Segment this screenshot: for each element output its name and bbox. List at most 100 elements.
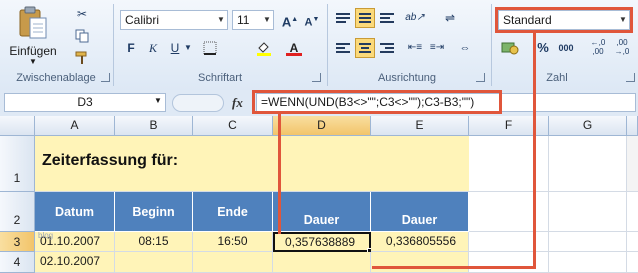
font-dialog-launcher[interactable] [312,73,321,82]
italic-button[interactable]: K [143,38,163,58]
font-size-value: 11 [237,13,250,27]
header-dauer-mit-mittag[interactable]: Dauer (mit Mittag) [273,192,371,232]
percent-button[interactable]: % [533,38,553,58]
cell-b4[interactable] [115,252,193,273]
cell-h2[interactable] [627,192,638,232]
header-dauer-ohne-mittag-label: Dauer ohne Mittag) [382,213,456,231]
column-header-c[interactable]: C [193,116,273,136]
cell-g4[interactable] [549,252,627,273]
cell-h1[interactable] [627,136,638,192]
title-cell[interactable]: Zeiterfassung für: [35,136,469,192]
align-top-icon[interactable] [333,8,353,28]
wrap-text-icon[interactable]: ⇌ [440,8,460,28]
row-header-1[interactable]: 1 [0,136,35,192]
end-time-value: 16:50 [217,234,248,248]
number-format-highlight [495,7,633,33]
number-dialog-launcher[interactable] [626,73,635,82]
cell-f2[interactable] [469,192,549,232]
decrease-decimal-icon[interactable]: ,00 →,0 [612,38,632,58]
cell-g1[interactable] [549,136,627,192]
row-header-2[interactable]: 2 [0,192,35,232]
header-dauer-mit-mittag-label: Dauer (mit Mittag) [288,213,355,231]
watermark-text: blog [38,232,54,240]
header-dauer-ohne-mittag[interactable]: Dauer ohne Mittag) [371,192,469,232]
clipboard-dialog-launcher[interactable] [101,73,110,82]
cell-d4[interactable] [273,252,371,273]
paste-label: Einfügen [9,44,57,58]
column-header-f[interactable]: F [469,116,549,136]
column-header-g[interactable]: G [549,116,627,136]
increase-decimal-icon[interactable]: ←,0,00 [588,38,608,58]
name-box[interactable]: D3 [4,93,166,112]
underline-dropdown[interactable]: ▼ [183,38,193,58]
cell-a3[interactable]: 01.10.2007 blog [35,232,115,252]
cell-h3[interactable] [627,232,638,252]
duration-with-lunch-value: 0,357638889 [285,235,356,249]
chevron-down-icon[interactable]: ▼ [154,96,162,105]
cell-b3[interactable]: 08:15 [115,232,193,252]
cell-f3[interactable] [469,232,549,252]
column-header-h[interactable] [627,116,638,136]
orientation-icon[interactable]: ab↗ [405,8,425,28]
column-header-e[interactable]: E [371,116,469,136]
callout-line [278,114,281,234]
underline-button[interactable]: U [165,38,185,58]
select-all-corner[interactable] [0,116,35,136]
row-header-4[interactable]: 4 [0,252,35,273]
cut-icon[interactable]: ✂ [72,4,92,24]
format-painter-icon[interactable] [72,48,92,68]
cell-d3-selected[interactable]: 0,357638889 [273,232,371,252]
merge-center-icon[interactable]: ⇔ [455,38,475,58]
alignment-dialog-launcher[interactable] [476,73,485,82]
callout-line [372,266,536,269]
fill-color-icon[interactable] [254,38,274,58]
header-beginn-label: Beginn [132,205,175,219]
cell-f4[interactable] [469,252,549,273]
formula-bar-resize-handle[interactable] [172,94,224,112]
header-ende[interactable]: Ende [193,192,273,232]
font-name-combo[interactable]: Calibri ▼ [120,10,228,30]
alignment-group-label: Ausrichtung [377,72,437,84]
align-bottom-icon[interactable] [377,8,397,28]
paste-button[interactable]: Einfügen ▼ [4,4,62,68]
cell-e3[interactable]: 0,336805556 [371,232,469,252]
cell-a4[interactable]: 02.10.2007 [35,252,115,273]
cell-f1[interactable] [469,136,549,192]
header-beginn[interactable]: Beginn [115,192,193,232]
cell-e4[interactable] [371,252,469,273]
column-header-d[interactable]: D [273,116,371,136]
chevron-down-icon: ▼ [263,15,271,24]
font-group-label: Schriftart [197,72,242,84]
cell-g3[interactable] [549,232,627,252]
cell-c3[interactable]: 16:50 [193,232,273,252]
align-middle-icon[interactable] [355,8,375,28]
currency-format-icon[interactable] [500,38,520,58]
number-group-label: Zahl [546,72,568,84]
row-header-3[interactable]: 3 [0,232,35,252]
header-datum-label: Datum [55,205,94,219]
column-header-b[interactable]: B [115,116,193,136]
paste-icon [18,6,48,40]
grow-font-icon[interactable]: A▲ [280,10,300,30]
borders-icon[interactable] [200,38,220,58]
bold-button[interactable]: F [121,38,141,58]
chevron-down-icon: ▼ [29,57,37,66]
align-center-icon[interactable] [355,38,375,58]
shrink-font-icon[interactable]: A▼ [302,10,322,30]
copy-icon[interactable] [72,26,92,46]
cell-g2[interactable] [549,192,627,232]
chevron-down-icon: ▼ [217,15,225,24]
insert-function-icon[interactable]: fx [232,95,243,111]
decrease-indent-icon[interactable]: ⇤≡ [405,38,425,58]
font-color-icon[interactable]: A [284,38,304,58]
date-value: 02.10.2007 [40,254,101,268]
header-datum[interactable]: Datum [35,192,115,232]
cell-h4[interactable] [627,252,638,273]
thousands-separator-button[interactable]: 000 [556,38,576,58]
align-right-icon[interactable] [377,38,397,58]
cell-c4[interactable] [193,252,273,273]
column-header-a[interactable]: A [35,116,115,136]
font-size-combo[interactable]: 11 ▼ [232,10,274,30]
increase-indent-icon[interactable]: ≡⇥ [427,38,447,58]
align-left-icon[interactable] [333,38,353,58]
